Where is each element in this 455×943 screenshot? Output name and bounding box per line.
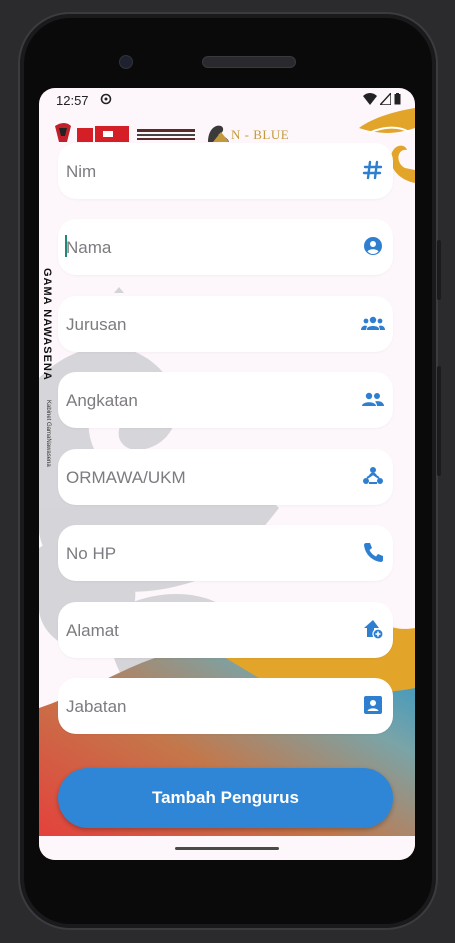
earpiece-speaker [202, 56, 296, 68]
nim-label: Nim [66, 162, 97, 181]
ormawa-ukm-label: ORMAWA/UKM [66, 468, 186, 487]
sync-icon [100, 93, 112, 108]
app-screen: 12:57 N - BLUE GAMA NAWASENA Kabinet Gam… [39, 88, 415, 860]
no-hp-field[interactable]: No HP [58, 525, 393, 581]
nama-label: Nama [66, 238, 112, 257]
hash-icon [362, 159, 384, 181]
phone-icon [362, 541, 384, 563]
diversity-icon [361, 465, 385, 487]
signal-icon [378, 91, 392, 108]
vertical-title: GAMA NAWASENA [41, 268, 53, 381]
power-button [437, 366, 441, 476]
jabatan-label: Jabatan [66, 697, 127, 716]
ormawa-ukm-field[interactable]: ORMAWA/UKM [58, 449, 393, 505]
university-logo [55, 123, 229, 142]
account-circle-icon [362, 235, 384, 257]
people-icon [361, 388, 385, 410]
alamat-label: Alamat [66, 621, 119, 640]
alamat-field[interactable]: Alamat [58, 602, 393, 658]
vertical-caption: Kabinet GamaNawasena [45, 400, 51, 467]
battery-icon [394, 93, 401, 108]
tambah-pengurus-button[interactable]: Tambah Pengurus [58, 768, 393, 828]
jurusan-label: Jurusan [66, 315, 127, 334]
wifi-icon [363, 93, 377, 108]
status-bar: 12:57 [39, 88, 415, 112]
nama-field[interactable]: Nama [58, 219, 393, 275]
nim-field[interactable]: Nim [58, 143, 393, 199]
logo-text: N - BLUE [231, 127, 290, 142]
volume-button [437, 240, 441, 300]
angkatan-field[interactable]: Angkatan [58, 372, 393, 428]
status-time: 12:57 [56, 93, 89, 108]
jabatan-field[interactable]: Jabatan [58, 678, 393, 734]
no-hp-label: No HP [66, 544, 117, 563]
front-camera [119, 55, 133, 69]
groups-icon [361, 312, 385, 334]
home-gesture-handle[interactable] [175, 847, 279, 850]
navigation-bar [39, 836, 415, 860]
partner-logos: N - BLUE [53, 122, 313, 144]
jurusan-field[interactable]: Jurusan [58, 296, 393, 352]
angkatan-label: Angkatan [66, 391, 138, 410]
add-home-icon [362, 618, 384, 640]
contact-card-icon [362, 694, 384, 716]
